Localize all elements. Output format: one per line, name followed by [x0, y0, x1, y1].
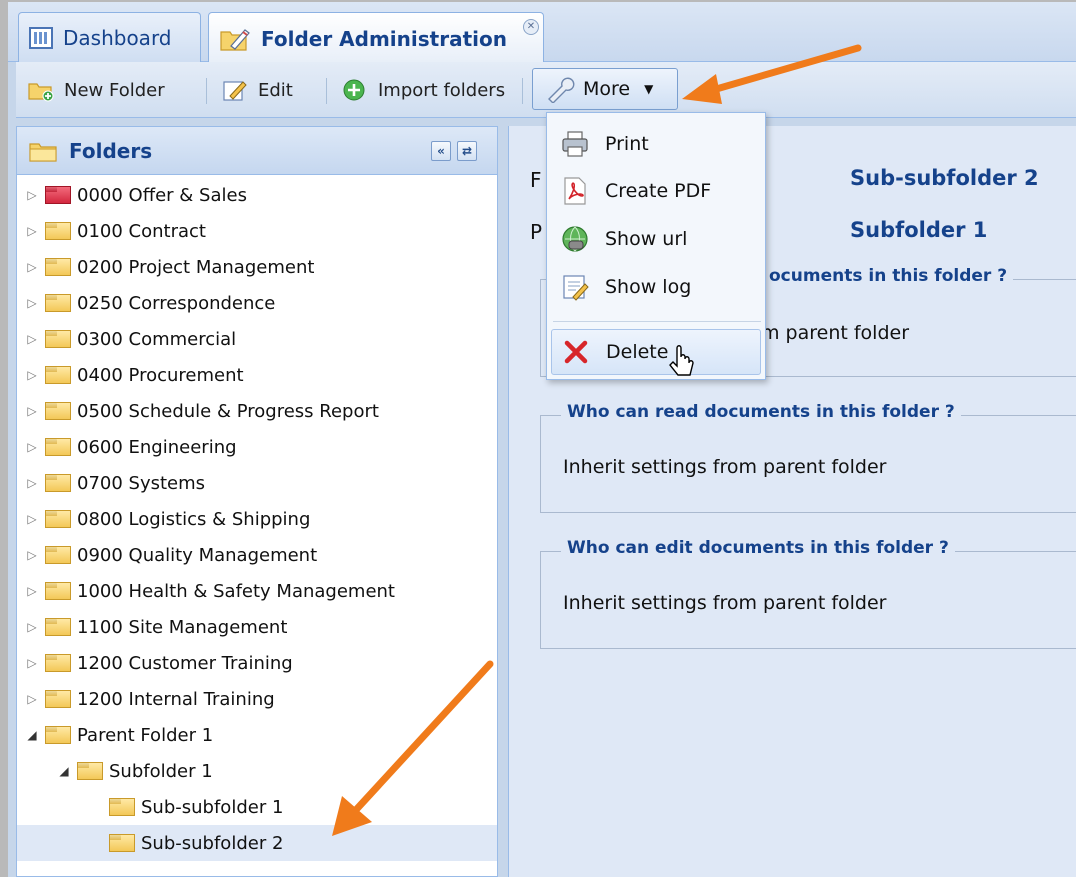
arrow-to-selected-folder: [332, 660, 494, 836]
arrow-to-more-button: [682, 44, 862, 104]
annotation-arrows: [332, 44, 862, 836]
